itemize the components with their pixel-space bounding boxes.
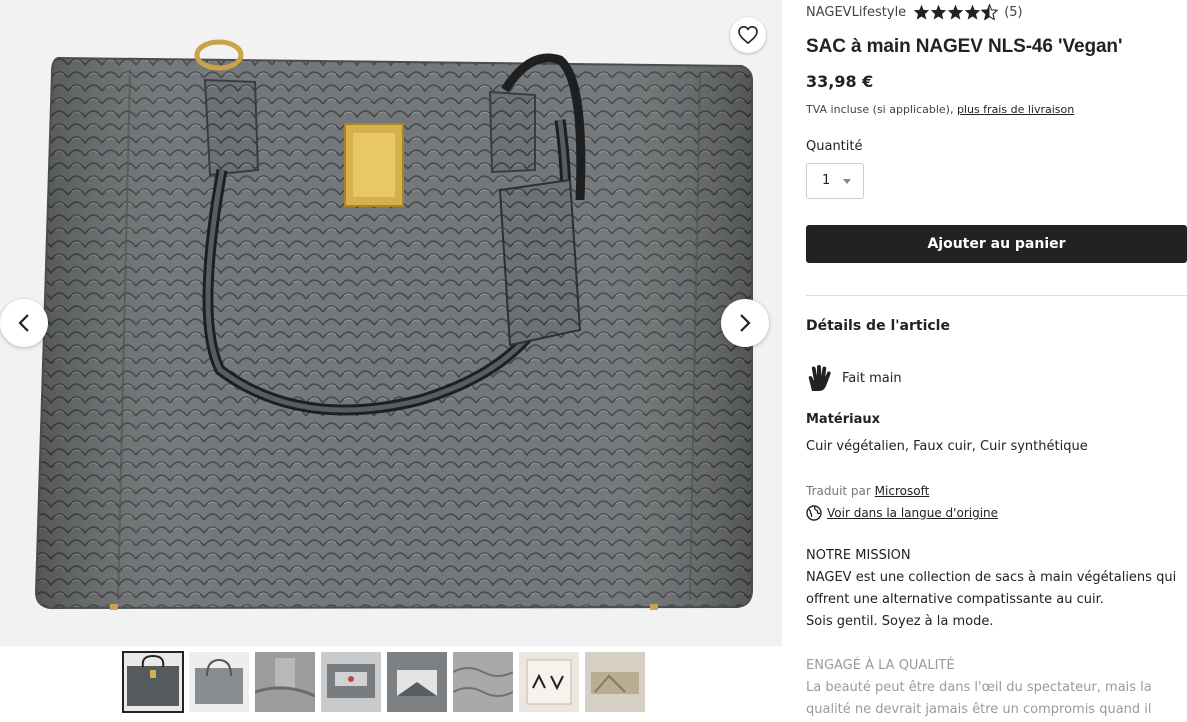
thumbnail-strip — [122, 651, 645, 713]
add-to-cart-button[interactable]: Ajouter au panier — [806, 225, 1187, 263]
tva-text: TVA incluse (si applicable), — [806, 103, 954, 116]
description-line: Sois gentil. Soyez à la mode. — [806, 614, 994, 629]
materials-value: Cuir végétalien, Faux cuir, Cuir synthét… — [806, 439, 1088, 454]
product-description: NOTRE MISSION NAGEV est une collection d… — [806, 545, 1187, 721]
thumbnail-3[interactable] — [255, 652, 315, 712]
thumbnail-7[interactable] — [519, 652, 579, 712]
thumbnail-5[interactable] — [387, 652, 447, 712]
globe-icon — [806, 505, 822, 521]
thumbnail-6[interactable] — [453, 652, 513, 712]
star-icon — [914, 4, 930, 20]
star-icon — [965, 4, 981, 20]
product-title: SAC à main NAGEV NLS-46 'Vegan' — [806, 36, 1123, 57]
chevron-left-icon — [18, 314, 29, 332]
favorite-button[interactable] — [730, 17, 766, 53]
quantity-value: 1 — [822, 173, 831, 188]
materials-heading: Matériaux — [806, 412, 881, 427]
heart-icon — [738, 26, 758, 44]
item-details-heading[interactable]: Détails de l'article — [806, 318, 950, 334]
review-count[interactable]: (5) — [1004, 5, 1022, 20]
quality-heading: ENGAGÉ À LA QUALITÉ — [806, 658, 955, 673]
description-line: offrent une alternative compatissante au… — [806, 592, 1104, 607]
product-image-gallery — [0, 0, 782, 646]
caret-down-icon — [843, 179, 851, 184]
description-line: La beauté peut être dans l'œil du specta… — [806, 680, 1152, 695]
description-line: NAGEV est une collection de sacs à main … — [806, 570, 1177, 585]
divider — [806, 295, 1187, 296]
mission-heading: NOTRE MISSION — [806, 548, 911, 563]
original-language-row: Voir dans la langue d'origine — [806, 505, 998, 521]
shop-rating-line: NAGEVLifestyle (5) — [806, 4, 1023, 20]
thumbnail-2[interactable] — [189, 652, 249, 712]
next-image-button[interactable] — [721, 299, 769, 347]
thumbnail-8[interactable] — [585, 652, 645, 712]
quantity-select[interactable]: 1 — [806, 163, 864, 199]
half-star-icon — [981, 4, 999, 20]
chevron-right-icon — [740, 314, 751, 332]
rating-stars[interactable] — [913, 4, 999, 20]
product-price: 33,98 € — [806, 72, 874, 91]
hand-icon — [808, 365, 831, 391]
quantity-label: Quantité — [806, 139, 863, 154]
product-main-image[interactable] — [0, 0, 782, 646]
microsoft-link[interactable]: Microsoft — [875, 484, 930, 498]
description-line: qualité ne devrait jamais être un compro… — [806, 702, 1152, 717]
view-original-language-link[interactable]: Voir dans la langue d'origine — [827, 506, 998, 520]
translation-credit: Traduit par Microsoft — [806, 484, 929, 498]
translated-by-label: Traduit par — [806, 484, 871, 498]
thumbnail-4[interactable] — [321, 652, 381, 712]
star-icon — [931, 4, 947, 20]
shop-name-link[interactable]: NAGEVLifestyle — [806, 5, 906, 20]
thumbnail-1[interactable] — [122, 651, 184, 713]
shipping-costs-link[interactable]: plus frais de livraison — [957, 103, 1074, 116]
handmade-label: Fait main — [842, 370, 902, 386]
previous-image-button[interactable] — [0, 299, 48, 347]
tax-info: TVA incluse (si applicable), plus frais … — [806, 103, 1074, 116]
handmade-badge: Fait main — [806, 364, 902, 392]
star-icon — [948, 4, 964, 20]
